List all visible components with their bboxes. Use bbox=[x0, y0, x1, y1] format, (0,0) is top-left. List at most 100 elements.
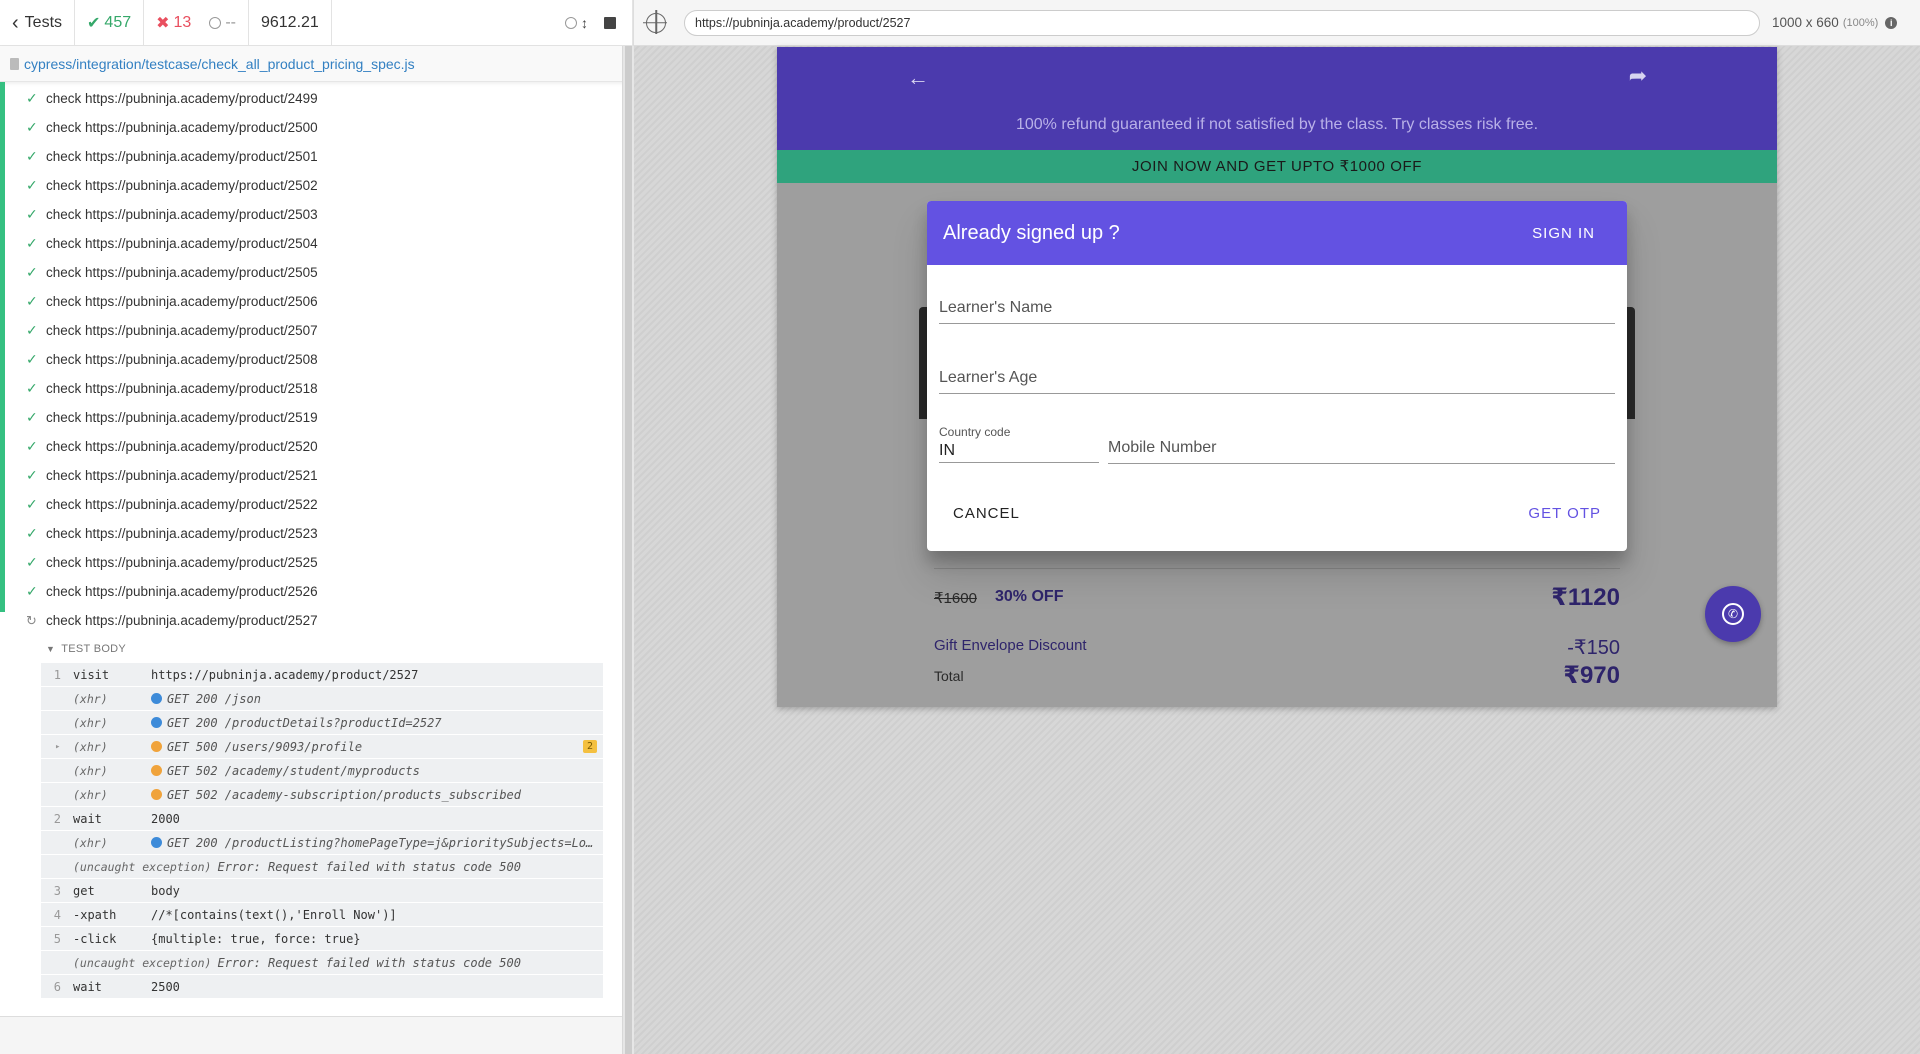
spinner-icon: ↻ bbox=[26, 612, 37, 628]
check-icon: ✓ bbox=[26, 177, 38, 193]
xhr-command-row[interactable]: (xhr) GET 200 /productListing?homePageTyp… bbox=[41, 831, 603, 855]
test-row[interactable]: ✓ check https://pubninja.academy/product/… bbox=[0, 403, 633, 432]
test-row[interactable]: ✓ check https://pubninja.academy/product/… bbox=[0, 171, 633, 200]
expand-caret-icon[interactable]: ▸ bbox=[55, 742, 60, 752]
command-message-text: GET 200 /productDetails?productId=2527 bbox=[167, 715, 442, 730]
command-message: GET 200 /productDetails?productId=2527 bbox=[151, 716, 603, 730]
xhr-command-row[interactable]: (xhr) GET 502 /academy-subscription/produ… bbox=[41, 783, 603, 807]
xhr-command-row[interactable]: (xhr) GET 502 /academy/student/myproducts bbox=[41, 759, 603, 783]
back-to-tests-button[interactable]: ‹ Tests bbox=[0, 0, 76, 45]
country-code-select[interactable]: Country code IN bbox=[939, 425, 1099, 463]
learner-name-field[interactable]: Learner's Name bbox=[939, 299, 1615, 324]
country-code-value: IN bbox=[939, 442, 955, 459]
spec-file-link[interactable]: cypress/integration/testcase/check_all_p… bbox=[24, 56, 415, 72]
command-row[interactable]: 1 visit https://pubninja.academy/product/2… bbox=[41, 663, 603, 687]
command-row[interactable]: 5 -click {multiple: true, force: true} bbox=[41, 927, 603, 951]
status-dot-icon bbox=[151, 740, 162, 752]
command-message-text: GET 500 /users/9093/profile bbox=[167, 739, 363, 754]
xhr-command-row[interactable]: (xhr) GET 200 /json bbox=[41, 687, 603, 711]
reporter-panel: ‹ Tests ✔ 457 ✖ 13 -- 9612.21 ↕ cypress/… bbox=[0, 0, 634, 1054]
url-display: https://pubninja.academy/product/2527 bbox=[684, 9, 1760, 36]
test-row[interactable]: ✓ check https://pubninja.academy/product/… bbox=[0, 432, 633, 461]
selector-playground-icon[interactable] bbox=[646, 12, 666, 33]
command-message-text: Error: Request failed with status code 5… bbox=[217, 859, 521, 874]
command-message-text: Error: Request failed with status code 5… bbox=[217, 955, 521, 970]
command-message-text: https://pubninja.academy/product/2527 bbox=[151, 667, 419, 682]
command-message: GET 502 /academy/student/myproducts bbox=[151, 764, 603, 778]
info-icon[interactable]: i bbox=[1885, 16, 1898, 29]
exception-row[interactable]: (uncaught exception) Error: Request faile… bbox=[41, 855, 603, 879]
get-otp-button[interactable]: GET OTP bbox=[1520, 497, 1609, 530]
command-message: {multiple: true, force: true} bbox=[151, 932, 603, 946]
xhr-command-row[interactable]: ▸ (xhr) GET 500 /users/9093/profile 2 bbox=[41, 735, 603, 759]
command-number: 1 bbox=[53, 667, 61, 682]
test-title: check https://pubninja.academy/product/2… bbox=[46, 352, 318, 367]
running-test-row[interactable]: ↻ check https://pubninja.academy/product… bbox=[0, 606, 633, 635]
test-title: check https://pubninja.academy/product/2… bbox=[46, 381, 318, 396]
test-row[interactable]: ✓ check https://pubninja.academy/product/… bbox=[0, 200, 633, 229]
mobile-number-field[interactable]: Mobile Number bbox=[1108, 439, 1615, 464]
command-log: 1 visit https://pubninja.academy/product/2… bbox=[41, 663, 603, 999]
check-icon: ✓ bbox=[26, 554, 38, 570]
command-message: GET 200 /json bbox=[151, 692, 603, 706]
back-label: Tests bbox=[24, 13, 63, 31]
learner-age-field[interactable]: Learner's Age bbox=[939, 369, 1615, 394]
panel-splitter[interactable] bbox=[622, 46, 634, 1054]
cancel-button[interactable]: CANCEL bbox=[945, 497, 1028, 530]
command-name: (xhr) bbox=[73, 715, 108, 730]
test-row[interactable]: ✓ check https://pubninja.academy/product/… bbox=[0, 229, 633, 258]
xhr-command-row[interactable]: (xhr) GET 200 /productDetails?productId=2… bbox=[41, 711, 603, 735]
test-row[interactable]: ✓ check https://pubninja.academy/product/… bbox=[0, 316, 633, 345]
command-row[interactable]: 3 get body bbox=[41, 879, 603, 903]
command-row[interactable]: 2 wait 2000 bbox=[41, 807, 603, 831]
splitter-handle[interactable] bbox=[625, 46, 632, 1054]
command-row[interactable]: 4 -xpath //*[contains(text(),'Enroll Now')… bbox=[41, 903, 603, 927]
test-row[interactable]: ✓ check https://pubninja.academy/product/… bbox=[0, 548, 633, 577]
arrow-left-icon[interactable]: ← bbox=[907, 65, 929, 91]
command-name: visit bbox=[73, 667, 110, 682]
test-row[interactable]: ✓ check https://pubninja.academy/product/… bbox=[0, 345, 633, 374]
command-name: (uncaught exception) bbox=[73, 859, 212, 874]
test-row[interactable]: ✓ check https://pubninja.academy/product/… bbox=[0, 287, 633, 316]
test-list: ✓ check https://pubninja.academy/product/… bbox=[0, 82, 633, 999]
test-row[interactable]: ✓ check https://pubninja.academy/product/… bbox=[0, 461, 633, 490]
check-icon: ✓ bbox=[26, 525, 38, 541]
signup-dialog: Already signed up ? SIGN IN Learner's Na… bbox=[927, 201, 1627, 551]
command-number: 3 bbox=[53, 883, 61, 898]
file-icon bbox=[10, 57, 19, 70]
command-message: body bbox=[151, 884, 603, 898]
command-message: https://pubninja.academy/product/2527 bbox=[151, 668, 603, 682]
check-icon: ✓ bbox=[26, 438, 38, 454]
test-row[interactable]: ✓ check https://pubninja.academy/product/… bbox=[0, 519, 633, 548]
share-icon[interactable]: ➦ bbox=[1629, 63, 1647, 89]
status-dot-icon bbox=[151, 836, 162, 848]
whatsapp-button[interactable]: ✆ bbox=[1705, 586, 1761, 642]
test-title: check https://pubninja.academy/product/2… bbox=[46, 323, 318, 338]
dialog-title: Already signed up ? bbox=[943, 221, 1120, 244]
test-row[interactable]: ✓ check https://pubninja.academy/product/… bbox=[0, 84, 633, 113]
test-body-header[interactable]: ▼ TEST BODY bbox=[0, 635, 633, 663]
command-name: (xhr) bbox=[73, 787, 108, 802]
test-title: check https://pubninja.academy/product/2… bbox=[46, 555, 318, 570]
check-icon: ✓ bbox=[26, 148, 38, 164]
command-number: 5 bbox=[53, 931, 61, 946]
test-title: check https://pubninja.academy/product/2… bbox=[46, 584, 318, 599]
learner-name-placeholder: Learner's Name bbox=[939, 299, 1053, 316]
test-row[interactable]: ✓ check https://pubninja.academy/product/… bbox=[0, 374, 633, 403]
stats-bar: ‹ Tests ✔ 457 ✖ 13 -- 9612.21 ↕ bbox=[0, 0, 633, 46]
test-row[interactable]: ✓ check https://pubninja.academy/product/… bbox=[0, 113, 633, 142]
command-row[interactable]: 6 wait 2500 bbox=[41, 975, 603, 999]
promo-banner[interactable]: JOIN NOW AND GET UPTO ₹1000 OFF bbox=[777, 150, 1777, 183]
command-message: 2000 bbox=[151, 812, 603, 826]
test-row[interactable]: ✓ check https://pubninja.academy/product/… bbox=[0, 490, 633, 519]
sign-in-button[interactable]: SIGN IN bbox=[1524, 217, 1603, 250]
check-icon: ✔ bbox=[87, 14, 101, 32]
exception-row[interactable]: (uncaught exception) Error: Request faile… bbox=[41, 951, 603, 975]
test-row[interactable]: ✓ check https://pubninja.academy/product/… bbox=[0, 142, 633, 171]
scroll-toggle-icon[interactable]: ↕ bbox=[581, 15, 588, 31]
test-row[interactable]: ✓ check https://pubninja.academy/product/… bbox=[0, 258, 633, 287]
test-row[interactable]: ✓ check https://pubninja.academy/product/… bbox=[0, 577, 633, 606]
stop-icon[interactable] bbox=[604, 16, 616, 29]
status-dot-icon bbox=[151, 692, 162, 704]
auto-scroll-icon[interactable] bbox=[565, 16, 577, 29]
